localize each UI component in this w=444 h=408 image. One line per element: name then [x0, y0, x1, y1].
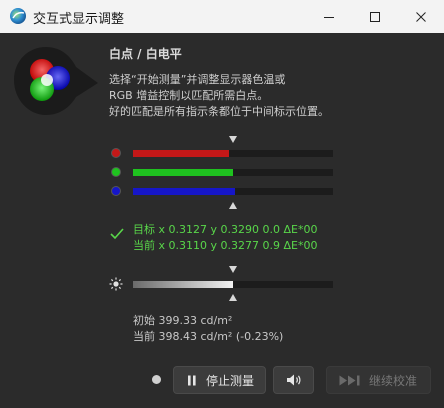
- rgb-target-marker-top: [229, 136, 237, 143]
- sound-toggle-button[interactable]: [273, 366, 314, 394]
- blue-gain-bar: [133, 188, 333, 195]
- rgb-light-icon: [14, 47, 98, 115]
- skip-forward-icon: [339, 375, 360, 385]
- current-readout: 当前 x 0.3110 y 0.3277 0.9 ΔE*00: [133, 239, 318, 252]
- luminance-bar: [133, 281, 333, 288]
- rgb-target-marker-bottom: [229, 202, 237, 209]
- close-icon: [416, 11, 426, 22]
- instruction-line-3: 好的匹配是所有指示条都位于中间标示位置。: [109, 105, 329, 118]
- stop-measurement-button[interactable]: 停止测量: [173, 366, 266, 394]
- stop-measurement-label: 停止测量: [206, 373, 255, 388]
- green-channel-dot: [111, 167, 121, 177]
- target-readout: 目标 x 0.3127 y 0.3290 0.0 ΔE*00: [133, 223, 318, 236]
- instruction-line-2: RGB 增益控制以匹配所需白点。: [109, 89, 269, 102]
- pause-icon: [188, 375, 196, 385]
- red-gain-bar: [133, 150, 333, 157]
- continue-calibration-button[interactable]: 继续校准: [326, 366, 431, 394]
- green-gain-bar: [133, 169, 333, 176]
- initial-luminance: 初始 399.33 cd/m²: [133, 314, 233, 327]
- title-bar: 交互式显示调整: [0, 0, 444, 33]
- maximize-icon: [370, 11, 380, 22]
- green-gain-fill: [133, 169, 233, 176]
- sun-icon: [109, 277, 123, 291]
- close-button[interactable]: [398, 0, 444, 33]
- red-gain-fill: [133, 150, 229, 157]
- luminance-target-marker-bottom: [229, 294, 237, 301]
- minimize-icon: [324, 16, 334, 18]
- check-icon: [110, 228, 124, 240]
- blue-channel-dot: [111, 186, 121, 196]
- speaker-icon: [286, 374, 300, 386]
- blue-gain-fill: [133, 188, 235, 195]
- page-title: 白点 / 白电平: [109, 47, 182, 61]
- luminance-fill: [133, 281, 233, 288]
- maximize-button[interactable]: [352, 0, 398, 33]
- current-luminance: 当前 398.43 cd/m² (-0.23%): [133, 330, 284, 343]
- continue-calibration-label: 继续校准: [369, 373, 418, 388]
- red-channel-dot: [111, 148, 121, 158]
- minimize-button[interactable]: [306, 0, 352, 33]
- window-title: 交互式显示调整: [33, 12, 125, 27]
- status-indicator: [152, 375, 161, 384]
- luminance-target-marker-top: [229, 266, 237, 273]
- app-icon: [10, 8, 26, 24]
- instruction-line-1: 选择“开始测量”并调整显示器色温或: [109, 73, 286, 86]
